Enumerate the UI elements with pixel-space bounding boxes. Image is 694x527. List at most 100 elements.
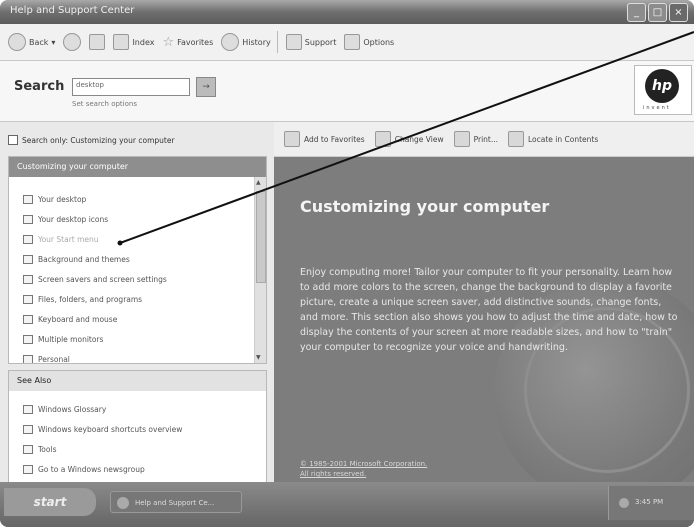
scroll-down-icon[interactable]: ▼ [256, 354, 261, 361]
print-button[interactable]: Print... [453, 131, 498, 147]
topic-link[interactable]: Multiple monitors [23, 335, 103, 344]
support-button[interactable]: Support [285, 34, 336, 50]
topic-link[interactable]: Files, folders, and programs [23, 295, 142, 304]
see-also-icon [23, 445, 33, 454]
back-label: Back [29, 37, 49, 47]
clock: 3:45 PM [635, 498, 664, 506]
taskbar: start Help and Support Ce... 3:45 PM [0, 482, 694, 527]
topics-panel-title: Customizing your computer [9, 157, 266, 177]
search-go-button[interactable]: → [196, 77, 216, 97]
copyright-line-2: All rights reserved. [300, 470, 367, 478]
topic-icon [23, 275, 33, 284]
tray-icon[interactable] [619, 498, 629, 508]
search-only-option[interactable]: Search only: Customizing your computer [8, 135, 175, 145]
locate-in-contents-button[interactable]: Locate in Contents [508, 131, 598, 147]
see-also-label: Windows keyboard shortcuts overview [38, 425, 183, 434]
home-button[interactable] [89, 34, 106, 50]
content-body: Enjoy computing more! Tailor your comput… [300, 267, 678, 353]
add-to-favorites-button[interactable]: Add to Favorites [284, 131, 365, 147]
topics-list: Your desktop Your desktop icons Your Sta… [9, 177, 254, 363]
copyright-link[interactable]: © 1985-2001 Microsoft Corporation. All r… [300, 459, 427, 479]
topic-label: Your desktop icons [38, 215, 109, 224]
topic-label: Your desktop [38, 195, 87, 204]
topic-icon [23, 235, 33, 244]
topics-panel: Customizing your computer Your desktop Y… [8, 156, 267, 364]
see-also-link[interactable]: Tools [23, 445, 56, 454]
topic-label: Personal [38, 355, 70, 363]
support-icon [285, 34, 302, 50]
scroll-up-icon[interactable]: ▲ [256, 179, 261, 186]
system-tray: 3:45 PM [608, 486, 694, 520]
back-arrow-icon [8, 33, 26, 51]
start-button[interactable]: start [4, 488, 96, 516]
topic-label: Keyboard and mouse [38, 315, 118, 324]
topic-link[interactable]: Your desktop icons [23, 215, 108, 224]
taskbar-item-label: Help and Support Ce... [135, 499, 215, 507]
index-label: Index [132, 37, 155, 47]
see-also-panel: See Also Windows Glossary Windows keyboa… [8, 370, 267, 484]
see-also-label: Go to a Windows newsgroup [38, 465, 145, 474]
topic-link-start-menu[interactable]: Your Start menu [23, 235, 99, 244]
add-favorites-icon [284, 131, 300, 147]
hp-logo-mark: hp [645, 69, 679, 103]
see-also-icon [23, 465, 33, 474]
topics-scrollbar[interactable]: ▲ ▼ [254, 177, 266, 363]
search-input[interactable]: desktop [72, 78, 190, 96]
topic-icon [23, 295, 33, 304]
hp-logo: hp invent [634, 65, 692, 115]
content-title: Customizing your computer [300, 197, 550, 216]
search-only-label: Search only: Customizing your computer [22, 135, 175, 145]
printer-icon [453, 131, 470, 147]
topic-label: Files, folders, and programs [38, 295, 143, 304]
topic-link[interactable]: Keyboard and mouse [23, 315, 117, 324]
index-icon [113, 34, 130, 50]
title-bar[interactable]: Help and Support Center _ □ × [0, 0, 694, 24]
topic-icon [23, 215, 33, 224]
maximize-button[interactable]: □ [648, 3, 667, 22]
content-toolbar: Add to Favorites Change View Print... Lo… [274, 122, 694, 157]
topic-label: Your Start menu [38, 235, 99, 244]
change-view-button[interactable]: Change View [374, 131, 444, 147]
taskbar-item-help[interactable]: Help and Support Ce... [110, 491, 242, 513]
forward-arrow-icon [63, 33, 82, 51]
close-button[interactable]: × [669, 3, 688, 22]
search-options-link[interactable]: Set search options [72, 100, 137, 108]
screen: Help and Support Center _ □ × Back ▾ Ind… [0, 0, 694, 527]
options-label: Options [363, 37, 395, 47]
locate-label: Locate in Contents [528, 134, 599, 144]
topic-icon [23, 195, 33, 204]
history-label: History [242, 37, 271, 47]
back-button[interactable]: Back ▾ [8, 33, 55, 51]
see-also-icon [23, 405, 33, 414]
locate-icon [508, 131, 525, 147]
change-view-label: Change View [394, 134, 444, 144]
change-view-icon [374, 131, 391, 147]
add-to-favorites-label: Add to Favorites [304, 134, 365, 144]
star-icon: ☆ [162, 34, 175, 50]
favorites-button[interactable]: ☆ Favorites [162, 35, 213, 50]
history-button[interactable]: History [221, 33, 271, 51]
topic-link[interactable]: Screen savers and screen settings [23, 275, 167, 284]
topic-icon [23, 315, 33, 324]
see-also-link[interactable]: Windows Glossary [23, 405, 106, 414]
window-controls: _ □ × [627, 3, 688, 22]
search-area: Search desktop → Set search options hp i… [0, 61, 694, 122]
forward-button[interactable] [63, 33, 82, 51]
topic-label: Screen savers and screen settings [38, 275, 167, 284]
see-also-label: Tools [38, 445, 57, 454]
topic-link[interactable]: Your desktop [23, 195, 86, 204]
topic-icon [23, 335, 33, 344]
see-also-link[interactable]: Go to a Windows newsgroup [23, 465, 145, 474]
topic-label: Multiple monitors [38, 335, 104, 344]
topic-link[interactable]: Personal [23, 355, 70, 363]
topic-icon [23, 255, 33, 264]
topic-link[interactable]: Background and themes [23, 255, 130, 264]
search-only-checkbox[interactable] [8, 135, 18, 145]
history-icon [221, 33, 240, 51]
options-icon [344, 34, 361, 50]
minimize-button[interactable]: _ [627, 3, 646, 22]
options-button[interactable]: Options [344, 34, 394, 50]
index-button[interactable]: Index [113, 34, 154, 50]
scroll-thumb[interactable] [256, 191, 266, 283]
see-also-link[interactable]: Windows keyboard shortcuts overview [23, 425, 182, 434]
